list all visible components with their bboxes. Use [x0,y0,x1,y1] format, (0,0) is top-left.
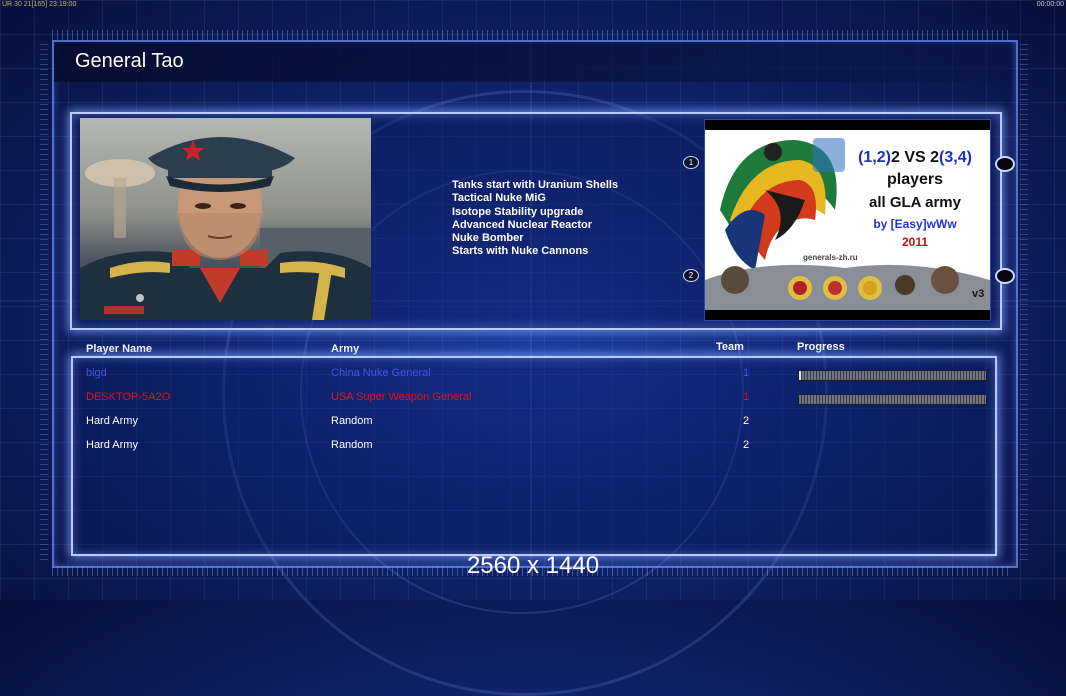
player-row: bigd China Nuke General 1 [0,367,1066,387]
map-site-text: generals-zh.ru [803,253,858,262]
ruler-top [52,30,1012,40]
player-team: 1 [743,367,750,379]
map-line-year: 2011 [901,235,929,249]
ruler-left [40,40,48,560]
map-slots-right: (3,4) [939,149,972,166]
bonus-item: Isotope Stability upgrade [452,205,584,218]
player-row: Hard Army Random 2 [0,415,1066,435]
load-progress-fill [799,371,801,380]
map-line-army: all GLA army [869,194,961,211]
player-team: 2 [743,415,750,427]
status-left: UR 30 21[165] 23:19:00 [2,1,77,8]
player-army: USA Super Weapon General [331,391,472,403]
map-preview: (1,2)2 VS 2(3,4) players all GLA army by… [704,119,991,321]
map-line-author: by [Easy]wWw [873,217,957,231]
start-position-dot [995,156,1015,172]
start-position-marker: 2 [683,269,699,282]
player-army: China Nuke General [331,367,431,379]
general-portrait [80,118,371,320]
header-player-name: Player Name [86,343,153,355]
map-version: v3 [972,288,985,300]
player-name: Hard Army [86,439,138,451]
ruler-right [1020,40,1028,560]
player-army: Random [331,439,373,451]
load-progress-bar [798,394,987,405]
player-team: 1 [743,391,750,403]
player-name: DESKTOP-5A2O [86,391,171,403]
status-clock: 00:00:00 [1036,1,1064,8]
map-line-players: players [886,171,944,188]
header-team: Team [716,341,744,353]
resolution-label: 2560 x 1440 [466,552,600,579]
player-army: Random [331,415,373,427]
player-row: DESKTOP-5A2O USA Super Weapon General 1 [0,391,1066,411]
start-position-marker: 1 [683,156,699,169]
bonus-item: Nuke Bomber [452,232,524,245]
bonus-item: Tactical Nuke MiG [452,192,546,205]
player-team: 2 [743,439,750,451]
bonus-item: Starts with Nuke Cannons [452,245,589,258]
header-progress: Progress [797,341,845,353]
player-name: Hard Army [86,415,138,427]
player-row: Hard Army Random 2 [0,439,1066,459]
bonus-item: Tanks start with Uranium Shells [452,179,619,191]
load-progress-bar [798,370,987,381]
bonus-item: Advanced Nuclear Reactor [452,218,592,231]
status-bar: UR 30 21[165] 23:19:00 00:00:00 [0,0,1066,9]
start-position-dot [995,268,1015,284]
general-title: General Tao [75,50,184,72]
map-vs-text: 2 VS 2 [890,149,940,166]
player-name: bigd [86,367,107,379]
portrait-image [80,137,371,320]
general-bonus-list: Tanks start with Uranium Shells Tactical… [452,179,618,259]
map-slots-left: (1,2) [858,149,891,166]
header-army: Army [331,343,360,355]
map-title-line: (1,2)2 VS 2(3,4) [845,149,985,167]
title-band [54,42,1012,82]
